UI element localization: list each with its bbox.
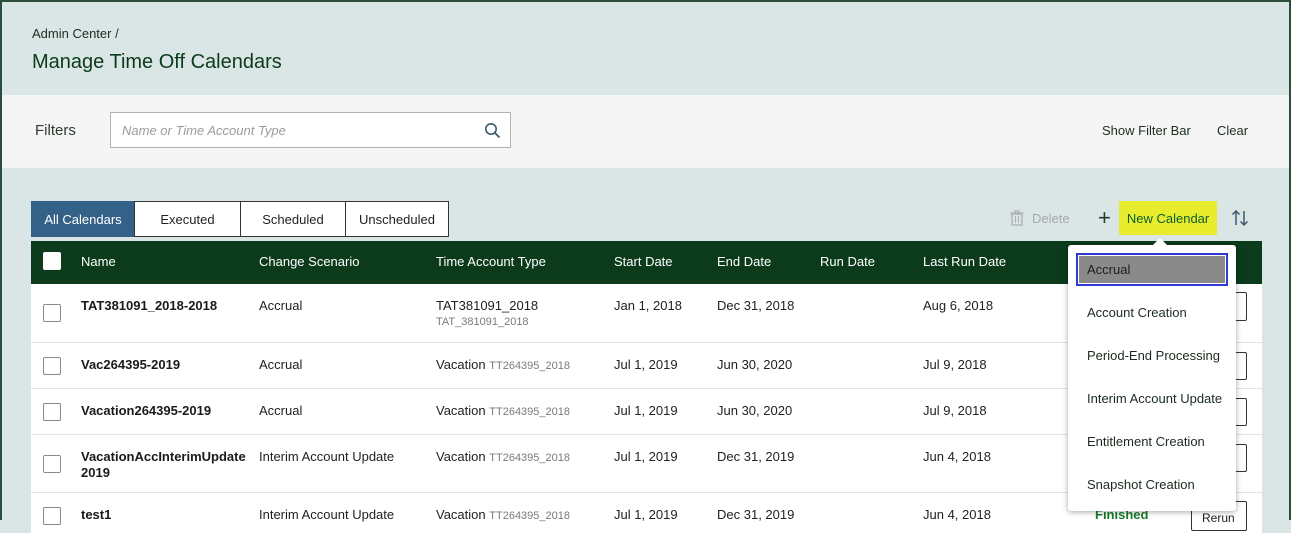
search-box <box>110 112 511 148</box>
menu-item-period-end-processing[interactable]: Period-End Processing <box>1076 339 1228 372</box>
new-calendar-dropdown: Accrual Account Creation Period-End Proc… <box>1068 238 1236 511</box>
account-type-label: Vacation <box>436 357 486 372</box>
tab-executed[interactable]: Executed <box>134 201 241 237</box>
menu-item-entitlement-creation[interactable]: Entitlement Creation <box>1076 425 1228 458</box>
start-date: Jul 1, 2019 <box>614 403 678 418</box>
account-type-label: Vacation <box>436 449 486 464</box>
change-scenario: Accrual <box>259 357 303 372</box>
new-calendar-control: + New Calendar <box>1098 201 1218 235</box>
column-header-time-account-type[interactable]: Time Account Type <box>436 254 546 269</box>
menu-item-account-creation[interactable]: Account Creation <box>1076 296 1228 329</box>
column-header-last-run-date[interactable]: Last Run Date <box>923 254 1006 269</box>
end-date: Jun 30, 2020 <box>717 403 793 418</box>
delete-label: Delete <box>1032 210 1070 226</box>
time-account-type: Vacation TT264395_2018 <box>436 403 570 418</box>
change-scenario: Accrual <box>259 298 303 313</box>
plus-icon[interactable]: + <box>1098 207 1111 229</box>
time-account-code: TT264395_2018 <box>489 452 570 464</box>
column-header-change-scenario[interactable]: Change Scenario <box>259 254 359 269</box>
page-title: Manage Time Off Calendars <box>32 51 282 73</box>
sort-icon <box>1231 210 1249 226</box>
calendar-name[interactable]: test1 <box>81 507 111 523</box>
menu-item-snapshot-creation[interactable]: Snapshot Creation <box>1076 468 1228 501</box>
trash-icon <box>1010 210 1024 226</box>
show-filter-bar-link[interactable]: Show Filter Bar <box>1102 123 1191 138</box>
column-header-end-date[interactable]: End Date <box>717 254 771 269</box>
change-scenario: Interim Account Update <box>259 449 395 464</box>
time-account-code: TT264395_2018 <box>489 406 570 418</box>
tab-scheduled[interactable]: Scheduled <box>240 201 346 237</box>
new-calendar-button[interactable]: New Calendar <box>1118 201 1218 235</box>
time-account-type: TAT381091_2018 <box>436 298 539 313</box>
calendar-name[interactable]: TAT381091_2018-2018 <box>81 298 217 314</box>
start-date: Jul 1, 2019 <box>614 449 678 464</box>
end-date: Jun 30, 2020 <box>717 357 793 372</box>
delete-button[interactable]: Delete <box>1010 201 1070 235</box>
last-run-date: Jul 9, 2018 <box>923 403 987 418</box>
last-run-date: Jun 4, 2018 <box>923 449 991 464</box>
time-account-type: Vacation TT264395_2018 <box>436 449 570 464</box>
last-run-date: Aug 6, 2018 <box>923 298 994 313</box>
tab-unscheduled[interactable]: Unscheduled <box>345 201 449 237</box>
calendar-tabs: All Calendars Executed Scheduled Unsched… <box>31 201 449 237</box>
column-header-name[interactable]: Name <box>81 254 116 269</box>
filters-label: Filters <box>35 122 76 139</box>
filter-bar: Filters Show Filter Bar Clear <box>2 95 1289 168</box>
column-header-run-date[interactable]: Run Date <box>820 254 875 269</box>
select-all-checkbox[interactable] <box>43 252 61 270</box>
end-date: Dec 31, 2018 <box>717 298 795 313</box>
row-checkbox[interactable] <box>43 357 61 375</box>
end-date: Dec 31, 2019 <box>717 449 795 464</box>
start-date: Jan 1, 2018 <box>614 298 682 313</box>
page-header: Admin Center / Manage Time Off Calendars <box>2 2 1289 95</box>
breadcrumb-admin-center[interactable]: Admin Center / <box>32 26 119 41</box>
account-type-label: Vacation <box>436 403 486 418</box>
breadcrumb: Admin Center / <box>32 26 119 41</box>
search-icon[interactable] <box>484 122 501 139</box>
sort-button[interactable] <box>1229 201 1251 235</box>
start-date: Jul 1, 2019 <box>614 357 678 372</box>
time-account-code: TT264395_2018 <box>489 360 570 372</box>
column-header-start-date[interactable]: Start Date <box>614 254 673 269</box>
time-account-code: TT264395_2018 <box>489 510 570 522</box>
last-run-date: Jul 9, 2018 <box>923 357 987 372</box>
calendar-name[interactable]: VacationAccInterimUpdate 2019 <box>81 449 251 481</box>
row-checkbox[interactable] <box>43 455 61 473</box>
clear-link[interactable]: Clear <box>1217 123 1248 138</box>
row-checkbox[interactable] <box>43 403 61 421</box>
time-account-code: TAT_381091_2018 <box>436 316 529 328</box>
calendar-name[interactable]: Vacation264395-2019 <box>81 403 211 419</box>
tab-all-calendars[interactable]: All Calendars <box>31 201 135 237</box>
row-checkbox[interactable] <box>43 304 61 322</box>
search-input[interactable] <box>111 113 471 147</box>
menu-item-interim-account-update[interactable]: Interim Account Update <box>1076 382 1228 415</box>
calendar-name[interactable]: Vac264395-2019 <box>81 357 180 373</box>
time-account-type: Vacation TT264395_2018 <box>436 357 570 372</box>
change-scenario: Accrual <box>259 403 303 418</box>
menu-item-accrual[interactable]: Accrual <box>1076 253 1228 286</box>
row-checkbox[interactable] <box>43 507 61 525</box>
